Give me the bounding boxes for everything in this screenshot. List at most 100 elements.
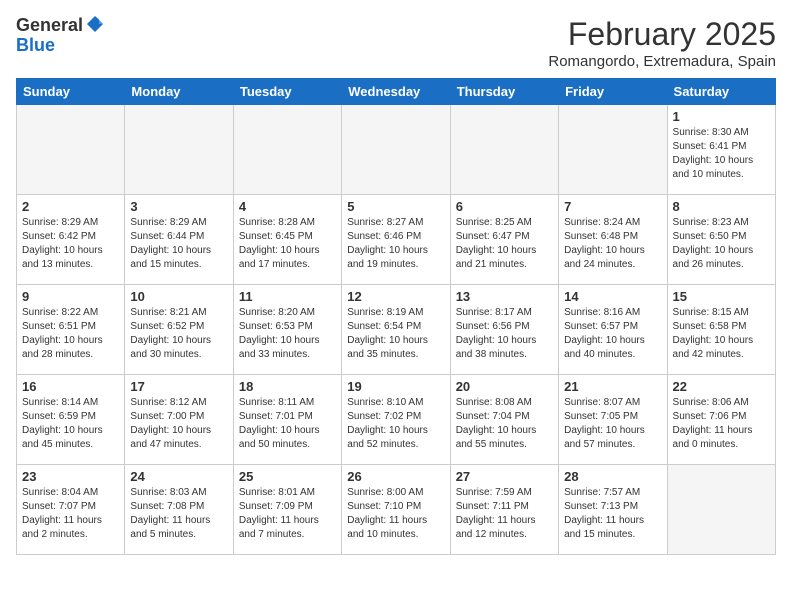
day-cell: 21 Sunrise: 8:07 AM Sunset: 7:05 PM Dayli… xyxy=(559,375,667,465)
day-number: 3 xyxy=(130,199,227,214)
day-cell: 24Sunrise: 8:03 AM Sunset: 7:08 PM Dayli… xyxy=(125,465,233,555)
day-info: Sunrise: 8:29 AM Sunset: 6:44 PM Dayligh… xyxy=(130,216,227,272)
day-cell: 13Sunrise: 8:17 AM Sunset: 6:56 PM Dayli… xyxy=(450,285,558,375)
day-header-tuesday: Tuesday xyxy=(233,79,341,105)
day-number: 15 xyxy=(673,289,770,304)
day-cell: 9 Sunrise: 8:22 AM Sunset: 6:51 PM Daylig… xyxy=(17,285,125,375)
logo-text: General Blue xyxy=(16,16,105,56)
day-number: 28 xyxy=(564,469,661,484)
week-row-1: 1 Sunrise: 8:30 AM Sunset: 6:41 PM Daylig… xyxy=(17,105,776,195)
week-row-2: 2 Sunrise: 8:29 AM Sunset: 6:42 PM Daylig… xyxy=(17,195,776,285)
page-header: General Blue February 2025 Romangordo, E… xyxy=(16,16,776,70)
day-cell: 23Sunrise: 8:04 AM Sunset: 7:07 PM Dayli… xyxy=(17,465,125,555)
day-cell: 8 Sunrise: 8:23 AM Sunset: 6:50 PM Daylig… xyxy=(667,195,775,285)
day-cell: 19 Sunrise: 8:10 AM Sunset: 7:02 PM Dayli… xyxy=(342,375,450,465)
header-row: SundayMondayTuesdayWednesdayThursdayFrid… xyxy=(17,79,776,105)
week-row-4: 16Sunrise: 8:14 AM Sunset: 6:59 PM Dayli… xyxy=(17,375,776,465)
logo: General Blue xyxy=(16,16,105,56)
day-info: Sunrise: 8:17 AM Sunset: 6:56 PM Dayligh… xyxy=(456,306,553,362)
day-cell: 2 Sunrise: 8:29 AM Sunset: 6:42 PM Daylig… xyxy=(17,195,125,285)
day-info: Sunrise: 8:28 AM Sunset: 6:45 PM Dayligh… xyxy=(239,216,336,272)
day-info: Sunrise: 8:20 AM Sunset: 6:53 PM Dayligh… xyxy=(239,306,336,362)
day-cell: 18 Sunrise: 8:11 AM Sunset: 7:01 PM Dayli… xyxy=(233,375,341,465)
day-info: Sunrise: 8:29 AM Sunset: 6:42 PM Dayligh… xyxy=(22,216,119,272)
day-number: 8 xyxy=(673,199,770,214)
day-cell: 11 Sunrise: 8:20 AM Sunset: 6:53 PM Dayli… xyxy=(233,285,341,375)
day-info: Sunrise: 8:21 AM Sunset: 6:52 PM Dayligh… xyxy=(130,306,227,362)
day-cell xyxy=(17,105,125,195)
day-number: 9 xyxy=(22,289,119,304)
logo-general: General xyxy=(16,16,83,36)
day-cell: 28 Sunrise: 7:57 AM Sunset: 7:13 PM Dayli… xyxy=(559,465,667,555)
day-info: Sunrise: 8:12 AM Sunset: 7:00 PM Dayligh… xyxy=(130,396,227,452)
day-info: Sunrise: 8:15 AM Sunset: 6:58 PM Dayligh… xyxy=(673,306,770,362)
day-number: 27 xyxy=(456,469,553,484)
day-cell: 26Sunrise: 8:00 AM Sunset: 7:10 PM Dayli… xyxy=(342,465,450,555)
day-cell: 3 Sunrise: 8:29 AM Sunset: 6:44 PM Daylig… xyxy=(125,195,233,285)
day-info: Sunrise: 8:10 AM Sunset: 7:02 PM Dayligh… xyxy=(347,396,444,452)
day-number: 5 xyxy=(347,199,444,214)
day-number: 22 xyxy=(673,379,770,394)
day-number: 6 xyxy=(456,199,553,214)
month-title: February 2025 xyxy=(548,16,776,53)
day-cell xyxy=(125,105,233,195)
day-info: Sunrise: 8:08 AM Sunset: 7:04 PM Dayligh… xyxy=(456,396,553,452)
day-info: Sunrise: 8:27 AM Sunset: 6:46 PM Dayligh… xyxy=(347,216,444,272)
day-info: Sunrise: 8:07 AM Sunset: 7:05 PM Dayligh… xyxy=(564,396,661,452)
day-number: 14 xyxy=(564,289,661,304)
day-number: 25 xyxy=(239,469,336,484)
day-cell: 12 Sunrise: 8:19 AM Sunset: 6:54 PM Dayli… xyxy=(342,285,450,375)
day-number: 12 xyxy=(347,289,444,304)
day-cell xyxy=(233,105,341,195)
title-block: February 2025 Romangordo, Extremadura, S… xyxy=(548,16,776,70)
day-cell: 20 Sunrise: 8:08 AM Sunset: 7:04 PM Dayli… xyxy=(450,375,558,465)
day-number: 21 xyxy=(564,379,661,394)
day-cell: 27 Sunrise: 7:59 AM Sunset: 7:11 PM Dayli… xyxy=(450,465,558,555)
day-number: 18 xyxy=(239,379,336,394)
day-info: Sunrise: 8:01 AM Sunset: 7:09 PM Dayligh… xyxy=(239,486,336,542)
day-cell xyxy=(450,105,558,195)
day-info: Sunrise: 8:16 AM Sunset: 6:57 PM Dayligh… xyxy=(564,306,661,362)
day-number: 7 xyxy=(564,199,661,214)
day-number: 2 xyxy=(22,199,119,214)
day-number: 4 xyxy=(239,199,336,214)
day-cell: 5 Sunrise: 8:27 AM Sunset: 6:46 PM Daylig… xyxy=(342,195,450,285)
day-cell: 25 Sunrise: 8:01 AM Sunset: 7:09 PM Dayli… xyxy=(233,465,341,555)
calendar-table: SundayMondayTuesdayWednesdayThursdayFrid… xyxy=(16,78,776,555)
day-header-wednesday: Wednesday xyxy=(342,79,450,105)
day-number: 11 xyxy=(239,289,336,304)
day-number: 10 xyxy=(130,289,227,304)
day-cell: 4 Sunrise: 8:28 AM Sunset: 6:45 PM Daylig… xyxy=(233,195,341,285)
day-info: Sunrise: 8:24 AM Sunset: 6:48 PM Dayligh… xyxy=(564,216,661,272)
day-cell xyxy=(667,465,775,555)
day-number: 1 xyxy=(673,109,770,124)
day-number: 19 xyxy=(347,379,444,394)
day-header-sunday: Sunday xyxy=(17,79,125,105)
day-header-saturday: Saturday xyxy=(667,79,775,105)
day-info: Sunrise: 8:22 AM Sunset: 6:51 PM Dayligh… xyxy=(22,306,119,362)
day-info: Sunrise: 8:30 AM Sunset: 6:41 PM Dayligh… xyxy=(673,126,770,182)
day-info: Sunrise: 8:06 AM Sunset: 7:06 PM Dayligh… xyxy=(673,396,770,452)
logo-blue: Blue xyxy=(16,36,105,56)
day-info: Sunrise: 8:11 AM Sunset: 7:01 PM Dayligh… xyxy=(239,396,336,452)
day-info: Sunrise: 7:57 AM Sunset: 7:13 PM Dayligh… xyxy=(564,486,661,542)
day-cell: 16Sunrise: 8:14 AM Sunset: 6:59 PM Dayli… xyxy=(17,375,125,465)
day-cell: 17 Sunrise: 8:12 AM Sunset: 7:00 PM Dayli… xyxy=(125,375,233,465)
location-title: Romangordo, Extremadura, Spain xyxy=(548,53,776,70)
week-row-5: 23Sunrise: 8:04 AM Sunset: 7:07 PM Dayli… xyxy=(17,465,776,555)
day-header-monday: Monday xyxy=(125,79,233,105)
day-cell: 6Sunrise: 8:25 AM Sunset: 6:47 PM Daylig… xyxy=(450,195,558,285)
day-header-friday: Friday xyxy=(559,79,667,105)
day-number: 17 xyxy=(130,379,227,394)
day-info: Sunrise: 8:19 AM Sunset: 6:54 PM Dayligh… xyxy=(347,306,444,362)
day-cell: 7 Sunrise: 8:24 AM Sunset: 6:48 PM Daylig… xyxy=(559,195,667,285)
day-info: Sunrise: 7:59 AM Sunset: 7:11 PM Dayligh… xyxy=(456,486,553,542)
day-info: Sunrise: 8:23 AM Sunset: 6:50 PM Dayligh… xyxy=(673,216,770,272)
day-cell: 10 Sunrise: 8:21 AM Sunset: 6:52 PM Dayli… xyxy=(125,285,233,375)
day-cell: 1 Sunrise: 8:30 AM Sunset: 6:41 PM Daylig… xyxy=(667,105,775,195)
day-header-thursday: Thursday xyxy=(450,79,558,105)
day-cell: 14 Sunrise: 8:16 AM Sunset: 6:57 PM Dayli… xyxy=(559,285,667,375)
day-info: Sunrise: 8:00 AM Sunset: 7:10 PM Dayligh… xyxy=(347,486,444,542)
day-number: 23 xyxy=(22,469,119,484)
day-number: 20 xyxy=(456,379,553,394)
